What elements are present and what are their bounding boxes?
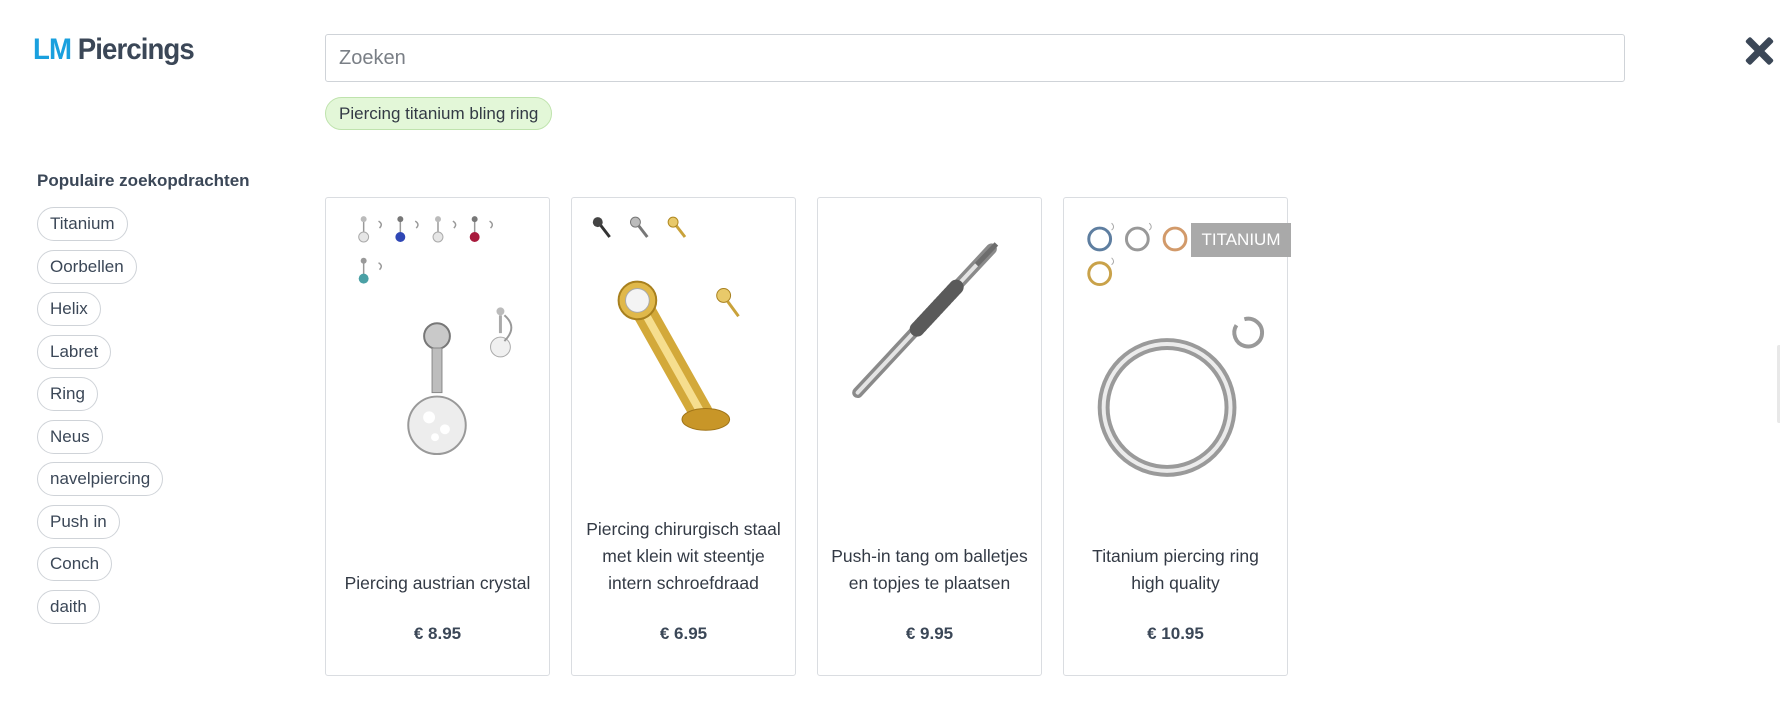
product-price: € 10.95 — [1147, 624, 1204, 643]
logo-piercings: Piercings — [77, 33, 195, 66]
popular-searches-title: Populaire zoekopdrachten — [37, 171, 250, 190]
labret-stud-icon — [592, 216, 740, 431]
titanium-badge: TITANIUM — [1191, 223, 1291, 257]
logo-lm: LM — [33, 33, 72, 66]
product-name: Piercing chirurgisch staal met klein wit… — [586, 519, 781, 593]
search-suggestion[interactable]: Piercing titanium bling ring — [325, 97, 553, 130]
product-price: € 6.95 — [659, 624, 708, 643]
popular-tag[interactable]: daith — [37, 589, 100, 624]
product-card[interactable]: Titanium piercing ring high quality € 10… — [1063, 197, 1288, 676]
product-name: Push-in tang om balletjes en topjes te p… — [831, 546, 1028, 593]
product-card[interactable]: Piercing austrian crystal € 8.95 — [325, 197, 550, 676]
product-card[interactable]: Push-in tang om balletjes en topjes te p… — [817, 197, 1042, 676]
product-name: Piercing austrian crystal — [344, 573, 531, 593]
product-card[interactable]: Piercing chirurgisch staal met klein wit… — [571, 197, 796, 676]
popular-tag[interactable]: Helix — [37, 292, 101, 326]
popular-tag[interactable]: Oorbellen — [37, 249, 137, 284]
popular-tag[interactable]: Ring — [37, 377, 98, 411]
popular-tag[interactable]: Labret — [37, 334, 112, 369]
product-name: Titanium piercing ring high quality — [1092, 546, 1259, 593]
logo[interactable]: LM Piercings — [33, 33, 195, 67]
popular-tag[interactable]: Titanium — [37, 207, 128, 241]
product-price: € 8.95 — [413, 624, 462, 643]
popular-tags-list: Titanium Oorbellen Helix Labret Ring Neu… — [37, 207, 164, 632]
close-icon[interactable] — [1744, 36, 1774, 66]
tool-icon — [852, 242, 999, 399]
popular-tag[interactable]: Push in — [37, 504, 120, 539]
popular-tag[interactable]: Conch — [37, 547, 113, 581]
search-input[interactable] — [325, 34, 1625, 82]
belly-ring-icon — [358, 216, 513, 456]
popular-tag[interactable]: navelpiercing — [37, 462, 164, 496]
popular-tag[interactable]: Neus — [37, 419, 103, 454]
product-price: € 9.95 — [905, 624, 954, 643]
